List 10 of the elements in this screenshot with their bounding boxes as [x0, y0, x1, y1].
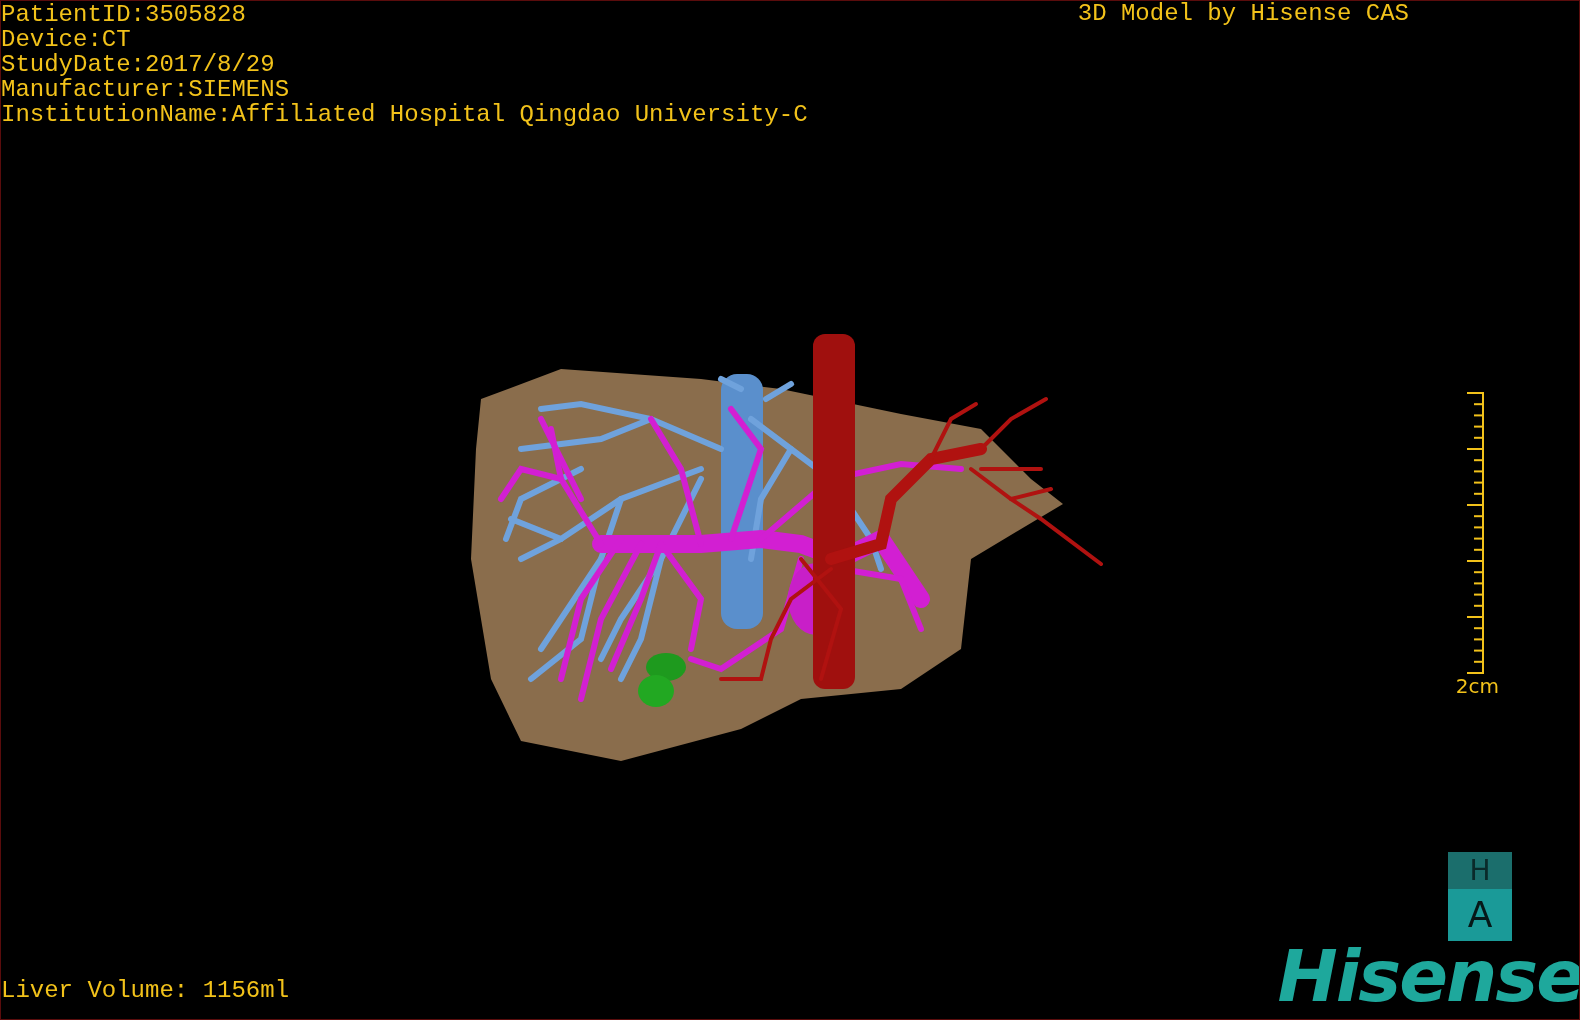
patient-info-text: PatientID:3505828: [1, 2, 247, 27]
orientation-cube-top-face: H: [1448, 852, 1512, 889]
scale-label: 2cm: [1455, 674, 1499, 698]
model-title: 3D Model by Hisense CAS: [1077, 1, 1409, 26]
orientation-cube-front-face: A: [1448, 889, 1512, 941]
patient-info-text: InstitutionName:Affiliated Hospital Qingdao University-C: [1, 102, 808, 127]
patient-info-text: StudyDate:2017/8/29: [1, 52, 276, 77]
liver-volume-text: Liver Volume: 1156ml: [1, 978, 290, 1003]
patient-info-text: Manufacturer:SIEMENS: [1, 77, 291, 102]
patient-info-text: Device:CT: [1, 27, 132, 52]
